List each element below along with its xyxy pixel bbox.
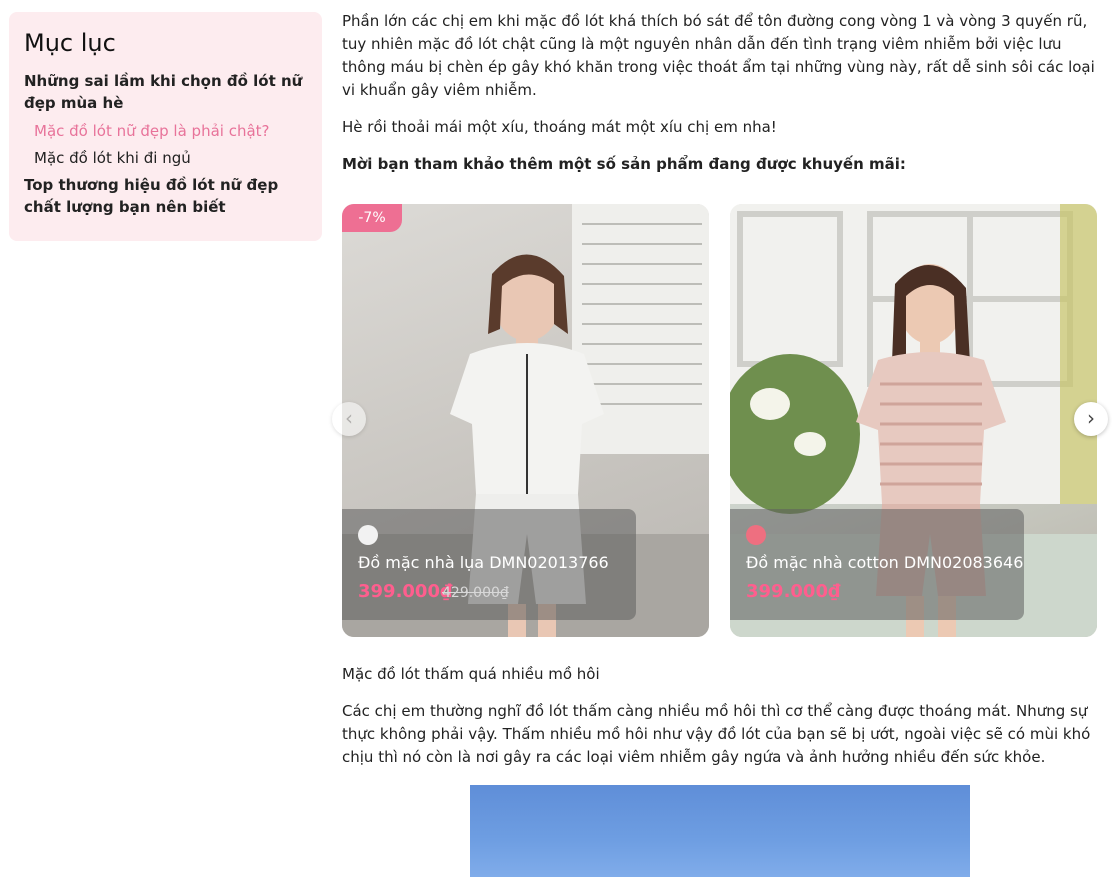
article-paragraph-3: Các chị em thường nghĩ đồ lót thấm càng …: [342, 702, 1091, 766]
product-price: 399.000₫: [746, 581, 841, 602]
product-info: Đồ mặc nhà lụa DMN02013766 399.000₫ 429.…: [342, 509, 636, 620]
color-swatch[interactable]: [746, 525, 766, 545]
article-paragraph-1: Phần lớn các chị em khi mặc đồ lót khá t…: [342, 12, 1095, 99]
toc-item-top-brands[interactable]: Top thương hiệu đồ lót nữ đẹp chất lượng…: [24, 174, 306, 218]
toc-title: Mục lục: [24, 29, 116, 57]
article-paragraph-2: Hè rồi thoải mái một xíu, thoáng mát một…: [342, 118, 777, 136]
product-info: Đồ mặc nhà cotton DMN02083646 399.000₫: [730, 509, 1024, 620]
article-image-sky: [470, 785, 970, 877]
product-name[interactable]: Đồ mặc nhà cotton DMN02083646: [746, 552, 1023, 574]
product-price: 399.000₫: [358, 581, 453, 602]
product-name[interactable]: Đồ mặc nhà lụa DMN02013766: [358, 552, 609, 574]
color-swatch[interactable]: [358, 525, 378, 545]
discount-badge: -7%: [342, 204, 402, 232]
toc-item-tight-underwear[interactable]: Mặc đồ lót nữ đẹp là phải chật?: [24, 120, 306, 142]
article-continued: Mặc đồ lót thấm quá nhiều mồ hôi Các chị…: [342, 663, 1102, 783]
product-card[interactable]: -7% Đồ mặc nhà lụa DMN02013766 399.000₫ …: [342, 204, 709, 637]
product-old-price: 429.000₫: [442, 585, 509, 601]
toc-item-sleep-underwear[interactable]: Mặc đồ lót khi đi ngủ: [24, 147, 306, 169]
chevron-left-icon[interactable]: ‹: [332, 402, 366, 436]
table-of-contents: Mục lục Những sai lầm khi chọn đồ lót nữ…: [9, 12, 322, 241]
section-subheading: Mặc đồ lót thấm quá nhiều mồ hôi: [342, 665, 600, 683]
product-card[interactable]: Đồ mặc nhà cotton DMN02083646 399.000₫: [730, 204, 1097, 637]
toc-item-summer-mistakes[interactable]: Những sai lầm khi chọn đồ lót nữ đẹp mùa…: [24, 70, 306, 114]
promo-heading: Mời bạn tham khảo thêm một số sản phẩm đ…: [342, 155, 906, 173]
product-carousel: -7% Đồ mặc nhà lụa DMN02013766 399.000₫ …: [332, 204, 1108, 637]
article-body: Phần lớn các chị em khi mặc đồ lót khá t…: [342, 10, 1102, 190]
chevron-right-icon[interactable]: ›: [1074, 402, 1108, 436]
